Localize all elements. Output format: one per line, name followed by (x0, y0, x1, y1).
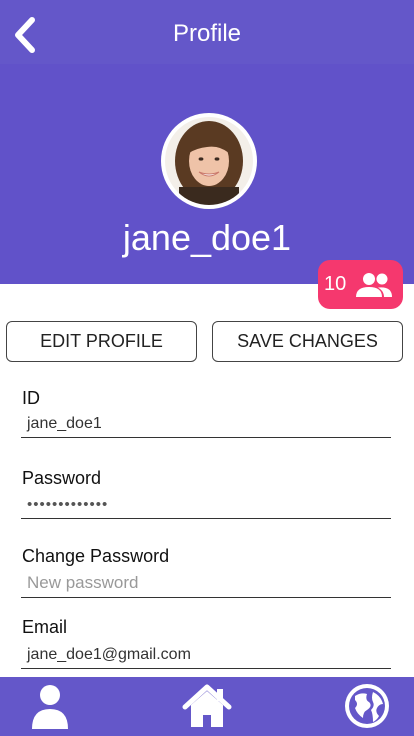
password-field[interactable]: ••••••••••••• (21, 491, 391, 519)
person-icon (32, 685, 68, 729)
profile-username: jane_doe1 (122, 217, 292, 258)
page-title: Profile (172, 20, 242, 47)
bottom-nav (0, 677, 414, 736)
avatar (165, 117, 253, 205)
edit-profile-button[interactable]: EDIT PROFILE (6, 321, 197, 362)
friends-badge[interactable]: 10 (318, 260, 403, 309)
people-icon (356, 272, 393, 297)
email-label: Email (22, 617, 68, 637)
save-changes-button[interactable]: SAVE CHANGES (212, 321, 403, 362)
email-field[interactable]: jane_doe1@gmail.com (21, 641, 391, 669)
profile-banner: jane_doe1 (0, 64, 414, 284)
nav-profile-button[interactable] (30, 683, 70, 734)
nav-explore-button[interactable] (343, 682, 391, 735)
globe-icon (345, 684, 389, 728)
id-field[interactable]: jane_doe1 (21, 410, 391, 438)
home-icon (182, 684, 232, 727)
change-password-label: Change Password (22, 546, 170, 566)
avatar-photo (165, 117, 253, 205)
nav-home-button[interactable] (181, 683, 233, 734)
password-label: Password (22, 468, 102, 488)
top-bar: Profile (0, 0, 414, 64)
id-label: ID (22, 388, 40, 408)
avatar-frame (161, 113, 257, 209)
friends-count: 10 (324, 273, 347, 295)
new-password-input[interactable] (21, 570, 391, 598)
